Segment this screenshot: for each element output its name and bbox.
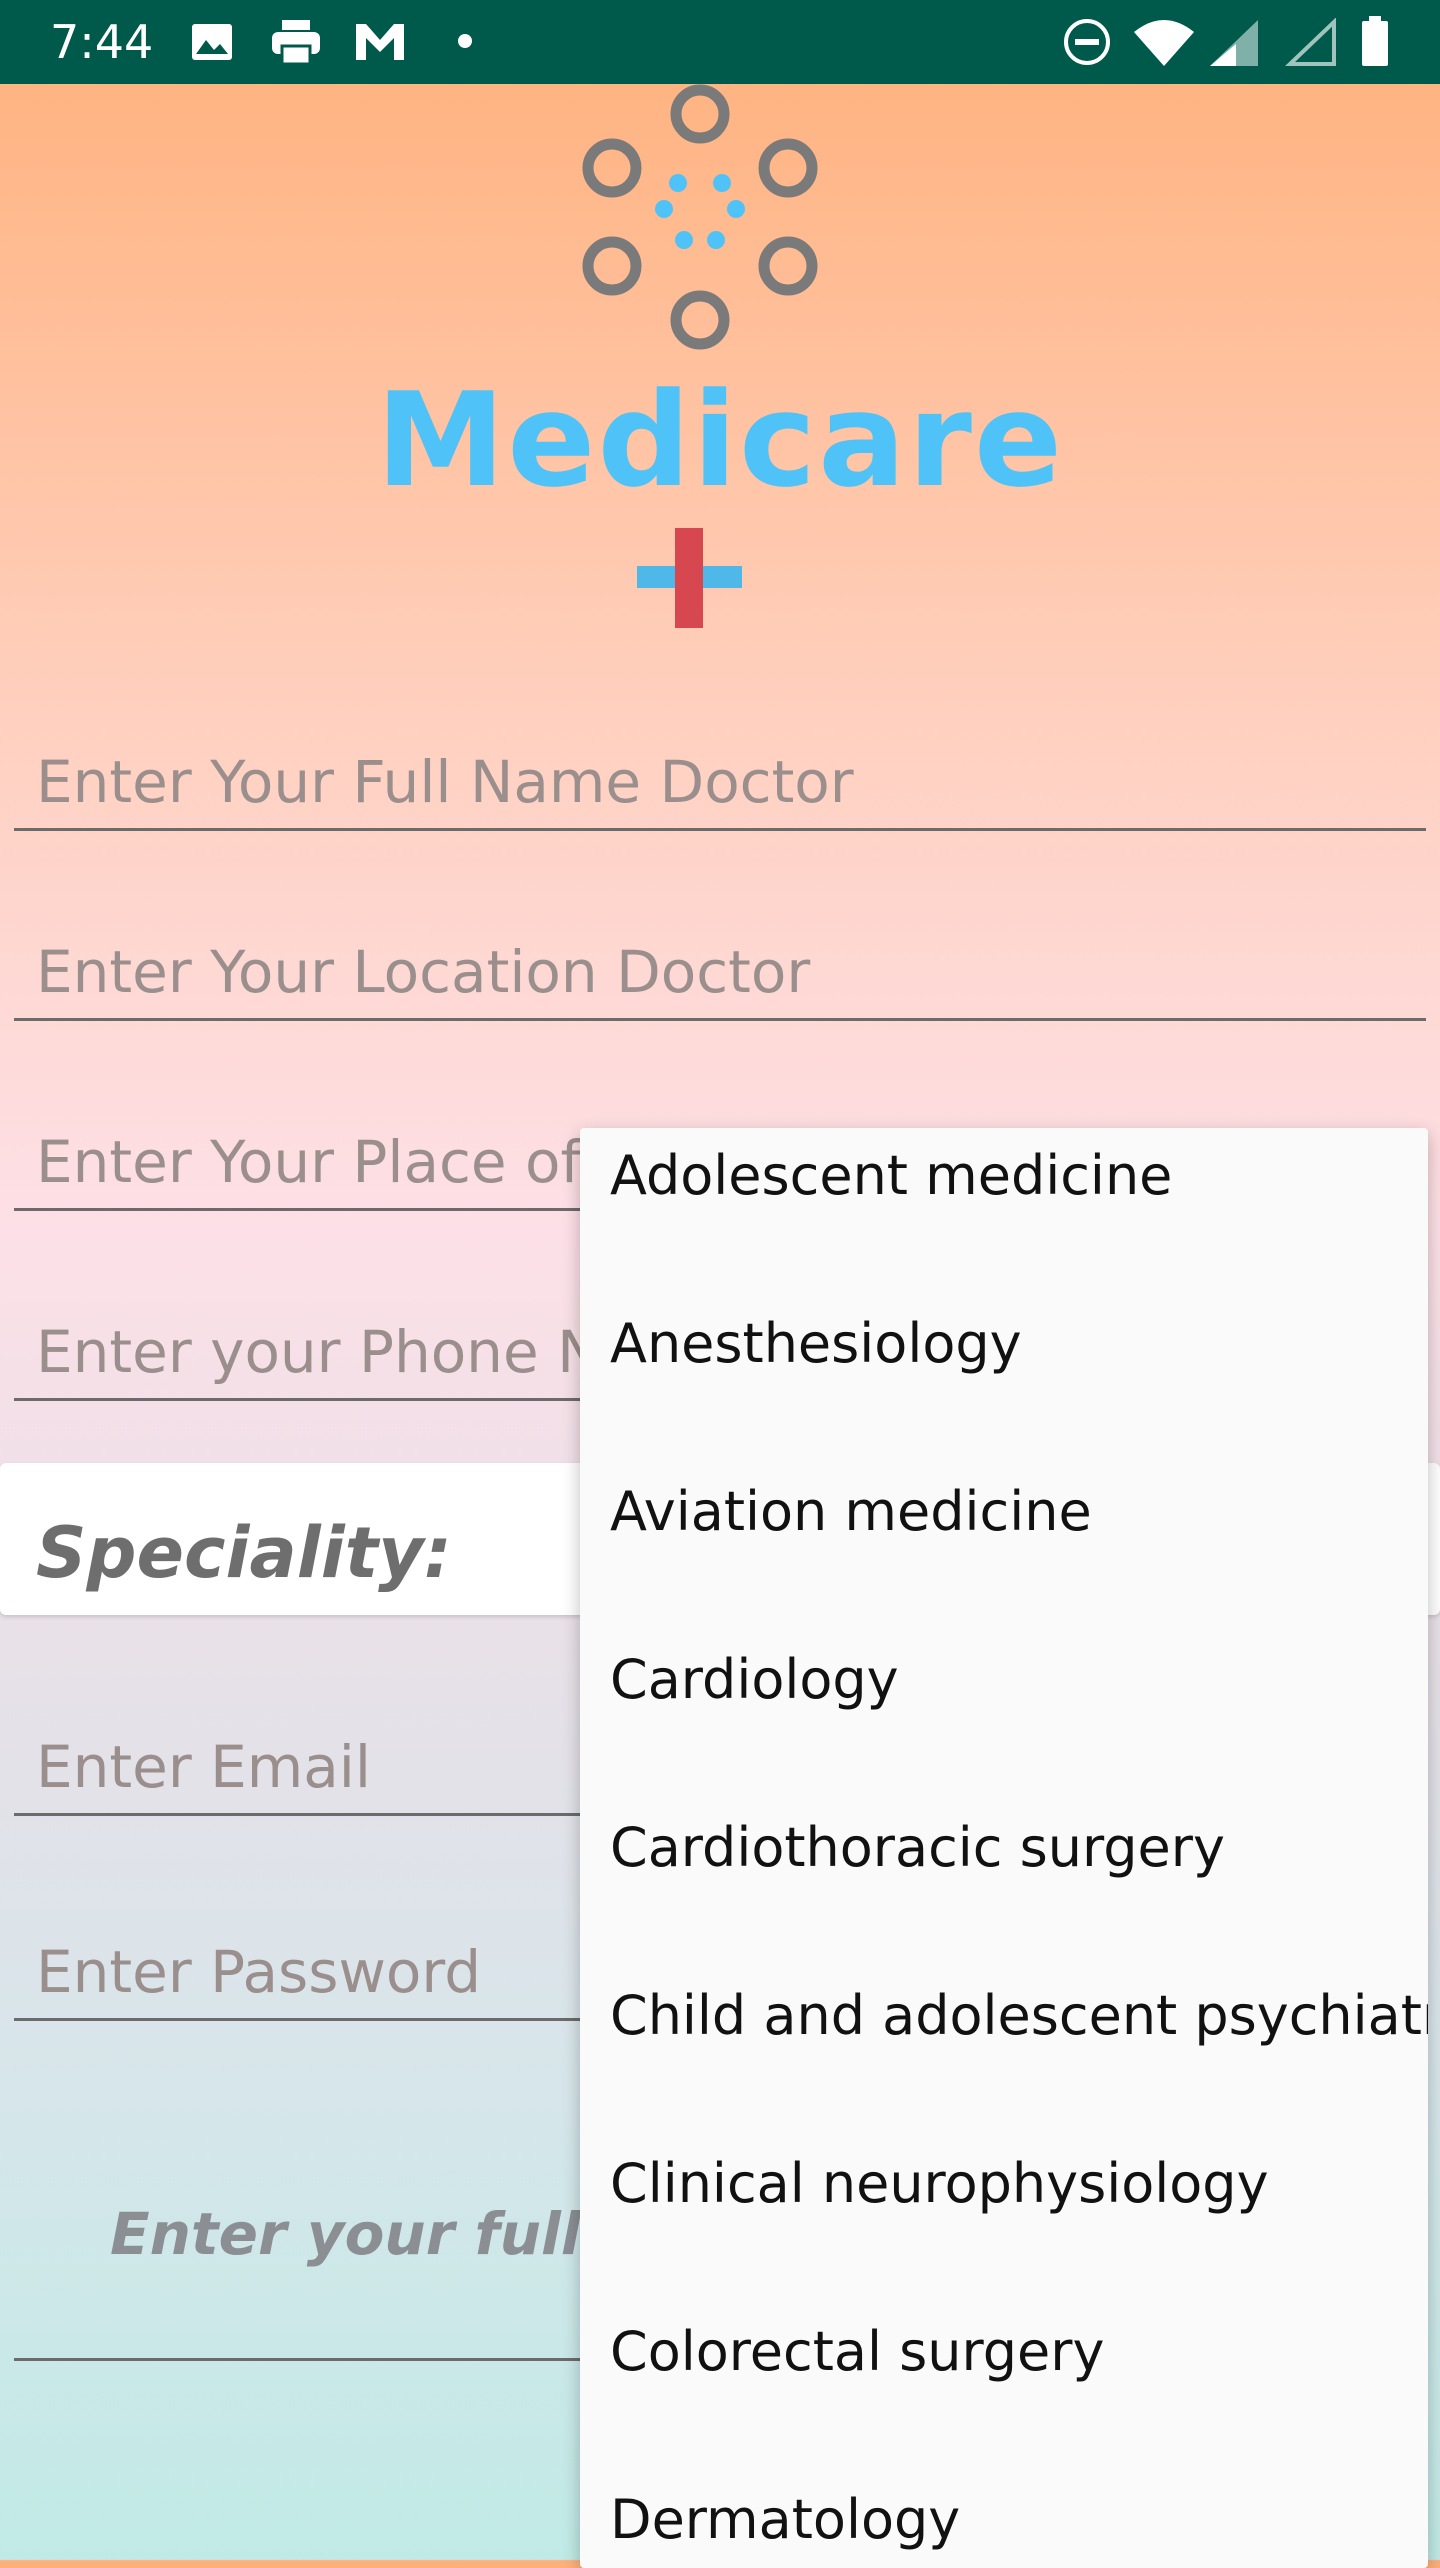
speciality-label: Speciality: <box>36 1512 452 1594</box>
signal-empty-icon <box>1285 18 1336 66</box>
speciality-option-label: Clinical neurophysiology <box>610 2152 1269 2215</box>
medicare-logo-icon <box>582 84 818 350</box>
speciality-option[interactable]: Colorectal surgery <box>580 2304 1428 2472</box>
email-placeholder: Enter Email <box>36 1733 372 1801</box>
medical-cross-icon <box>637 528 742 628</box>
speciality-option[interactable]: Adolescent medicine <box>580 1128 1428 1296</box>
speciality-option-label: Cardiothoracic surgery <box>610 1816 1225 1879</box>
full-name-placeholder: Enter Your Full Name Doctor <box>36 748 854 816</box>
speciality-option[interactable]: Clinical neurophysiology <box>580 2136 1428 2304</box>
phone-placeholder: Enter your Phone N <box>36 1318 601 1386</box>
do-not-disturb-icon <box>1064 19 1110 65</box>
dot-icon <box>458 34 472 48</box>
location-field[interactable]: Enter Your Location Doctor <box>14 910 1426 1021</box>
status-bar: 7:44 <box>0 0 1440 84</box>
location-placeholder: Enter Your Location Doctor <box>36 938 811 1006</box>
printer-icon <box>272 20 320 66</box>
gmail-icon <box>356 24 404 60</box>
speciality-dropdown[interactable]: Adolescent medicine Anesthesiology Aviat… <box>580 1128 1428 2568</box>
signal-icon <box>1210 20 1258 66</box>
speciality-option[interactable]: Child and adolescent psychiatry <box>580 1968 1428 2136</box>
password-placeholder: Enter Password <box>36 1938 482 2006</box>
image-icon <box>192 24 232 60</box>
speciality-option[interactable]: Anesthesiology <box>580 1296 1428 1464</box>
brand-name: Medicare <box>375 364 1065 516</box>
speciality-option-label: Aviation medicine <box>610 1480 1092 1543</box>
full-name-field[interactable]: Enter Your Full Name Doctor <box>14 720 1426 831</box>
speciality-option[interactable]: Cardiothoracic surgery <box>580 1800 1428 1968</box>
speciality-option-label: Child and adolescent psychiatry <box>610 1984 1428 2047</box>
speciality-option[interactable]: Dermatology <box>580 2472 1428 2568</box>
speciality-option[interactable]: Cardiology <box>580 1632 1428 1800</box>
speciality-option-label: Anesthesiology <box>610 1312 1022 1375</box>
speciality-options-list: Adolescent medicine Anesthesiology Aviat… <box>580 1128 1428 2568</box>
speciality-option-label: Cardiology <box>610 1648 899 1711</box>
speciality-option-label: Colorectal surgery <box>610 2320 1105 2383</box>
wifi-icon <box>1134 20 1194 66</box>
speciality-option[interactable]: Aviation medicine <box>580 1464 1428 1632</box>
speciality-option-label: Dermatology <box>610 2488 961 2551</box>
speciality-option-label: Adolescent medicine <box>610 1144 1173 1207</box>
status-time: 7:44 <box>50 15 154 69</box>
battery-icon <box>1362 16 1388 66</box>
workplace-placeholder: Enter Your Place of <box>36 1128 581 1196</box>
